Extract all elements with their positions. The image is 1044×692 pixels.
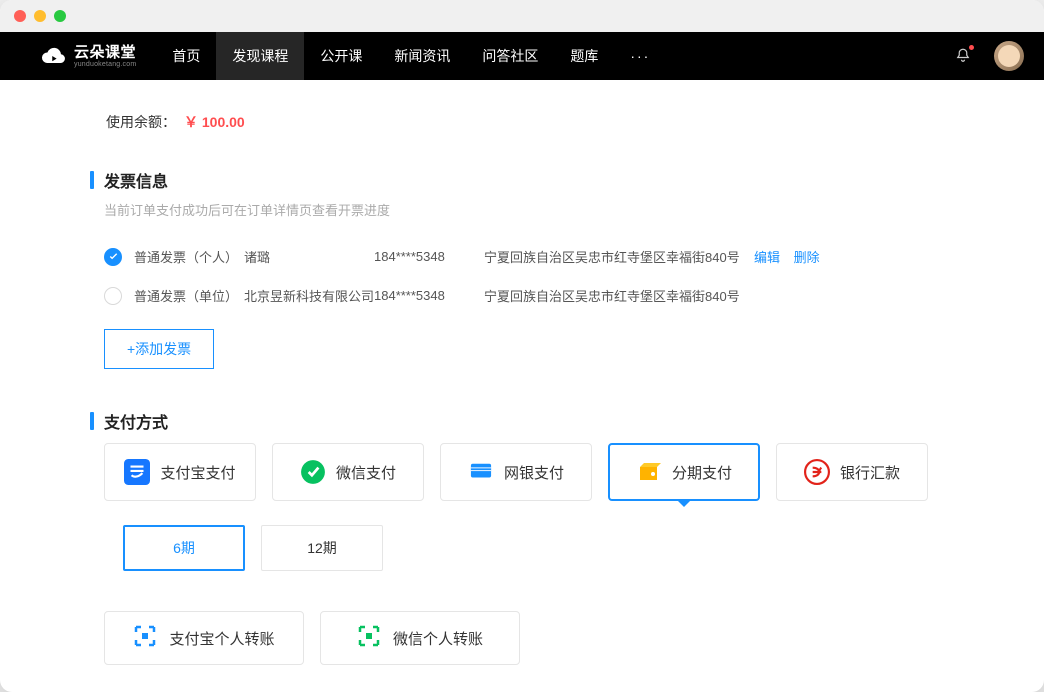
maximize-window-button[interactable] — [54, 10, 66, 22]
pay-option-unionpay[interactable]: 网银支付 — [440, 443, 592, 501]
invoice-subtitle: 当前订单支付成功后可在订单详情页查看开票进度 — [104, 200, 954, 219]
brand-name: 云朵课堂 — [74, 45, 136, 60]
nav-discover-courses[interactable]: 发现课程 — [216, 32, 304, 80]
nav-question-bank[interactable]: 题库 — [554, 32, 614, 80]
invoice-name: 诸璐 — [244, 247, 374, 266]
term-12[interactable]: 12期 — [261, 525, 383, 571]
section-bar-icon — [90, 171, 94, 189]
invoice-addr: 宁夏回族自治区吴忠市红寺堡区幸福街840号 — [484, 247, 744, 266]
nav-open-class[interactable]: 公开课 — [304, 32, 378, 80]
notifications-bell-icon[interactable] — [954, 47, 972, 65]
pay-option-alipay[interactable]: 支付宝支付 — [104, 443, 256, 501]
wechat-icon — [300, 459, 326, 485]
transfer-label: 支付宝个人转账 — [169, 628, 274, 649]
transfer-label: 微信个人转账 — [393, 628, 483, 649]
nav-qa[interactable]: 问答社区 — [466, 32, 554, 80]
scan-green-icon — [357, 624, 381, 652]
notification-dot-icon — [969, 45, 974, 50]
unionpay-icon — [468, 459, 494, 485]
brand-domain: yunduoketang.com — [74, 61, 136, 68]
installment-icon — [636, 459, 662, 485]
pay-label: 银行汇款 — [840, 462, 900, 483]
invoice-radio-unselected[interactable] — [104, 287, 122, 305]
minimize-window-button[interactable] — [34, 10, 46, 22]
invoice-type: 普通发票（单位） — [134, 286, 244, 305]
top-navbar: 云朵课堂 yunduoketang.com 首页 发现课程 公开课 新闻资讯 问… — [0, 32, 1044, 80]
pay-option-installment[interactable]: 分期支付 — [608, 443, 760, 501]
add-invoice-button[interactable]: +添加发票 — [104, 329, 214, 369]
invoice-phone: 184****5348 — [374, 288, 484, 303]
invoice-row-personal[interactable]: 普通发票（个人） 诸璐 184****5348 宁夏回族自治区吴忠市红寺堡区幸福… — [90, 237, 954, 276]
pay-label: 网银支付 — [504, 462, 564, 483]
invoice-title-text: 发票信息 — [104, 168, 168, 192]
invoice-section-title: 发票信息 — [90, 168, 954, 192]
scan-blue-icon — [133, 624, 157, 652]
cloud-logo-icon — [40, 45, 68, 67]
invoice-delete-link[interactable]: 删除 — [794, 250, 820, 265]
alipay-icon — [124, 459, 150, 485]
pay-label: 分期支付 — [672, 462, 732, 483]
balance-amount: ￥ 100.00 — [184, 112, 245, 132]
payment-title-text: 支付方式 — [104, 409, 168, 433]
section-bar-icon — [90, 412, 94, 430]
pay-label: 微信支付 — [336, 462, 396, 483]
invoice-actions: 编辑 删除 — [744, 247, 820, 266]
invoice-name: 北京昱新科技有限公司 — [244, 286, 374, 305]
nav-home[interactable]: 首页 — [156, 32, 216, 80]
payment-options-grid: 支付宝支付 微信支付 网银支付 分期支付 — [104, 443, 954, 501]
invoice-edit-link[interactable]: 编辑 — [754, 250, 780, 265]
pay-label: 支付宝支付 — [160, 462, 235, 483]
term-6[interactable]: 6期 — [123, 525, 245, 571]
close-window-button[interactable] — [14, 10, 26, 22]
personal-transfer-row: 支付宝个人转账 微信个人转账 — [104, 611, 954, 665]
invoice-radio-selected[interactable] — [104, 248, 122, 266]
app-window: 云朵课堂 yunduoketang.com 首页 发现课程 公开课 新闻资讯 问… — [0, 0, 1044, 692]
nav-menu: 首页 发现课程 公开课 新闻资讯 问答社区 题库 ··· — [156, 32, 666, 80]
brand-logo[interactable]: 云朵课堂 yunduoketang.com — [40, 45, 136, 68]
balance-row: 使用余额： ￥ 100.00 — [90, 100, 954, 152]
nav-more-icon[interactable]: ··· — [614, 32, 666, 80]
installment-terms: 6期 12期 — [123, 525, 954, 571]
balance-label: 使用余额： — [106, 112, 176, 132]
transfer-alipay-personal[interactable]: 支付宝个人转账 — [104, 611, 304, 665]
invoice-type: 普通发票（个人） — [134, 247, 244, 266]
user-avatar[interactable] — [994, 41, 1024, 71]
invoice-phone: 184****5348 — [374, 249, 484, 264]
window-titlebar — [0, 0, 1044, 32]
pay-option-bankwire[interactable]: 银行汇款 — [776, 443, 928, 501]
nav-news[interactable]: 新闻资讯 — [378, 32, 466, 80]
main-content: 使用余额： ￥ 100.00 发票信息 当前订单支付成功后可在订单详情页查看开票… — [0, 80, 1044, 692]
pay-option-wechat[interactable]: 微信支付 — [272, 443, 424, 501]
bankwire-icon — [804, 459, 830, 485]
payment-section-title: 支付方式 — [90, 409, 954, 433]
invoice-row-company[interactable]: 普通发票（单位） 北京昱新科技有限公司 184****5348 宁夏回族自治区吴… — [90, 276, 954, 315]
transfer-wechat-personal[interactable]: 微信个人转账 — [320, 611, 520, 665]
invoice-addr: 宁夏回族自治区吴忠市红寺堡区幸福街840号 — [484, 286, 744, 305]
